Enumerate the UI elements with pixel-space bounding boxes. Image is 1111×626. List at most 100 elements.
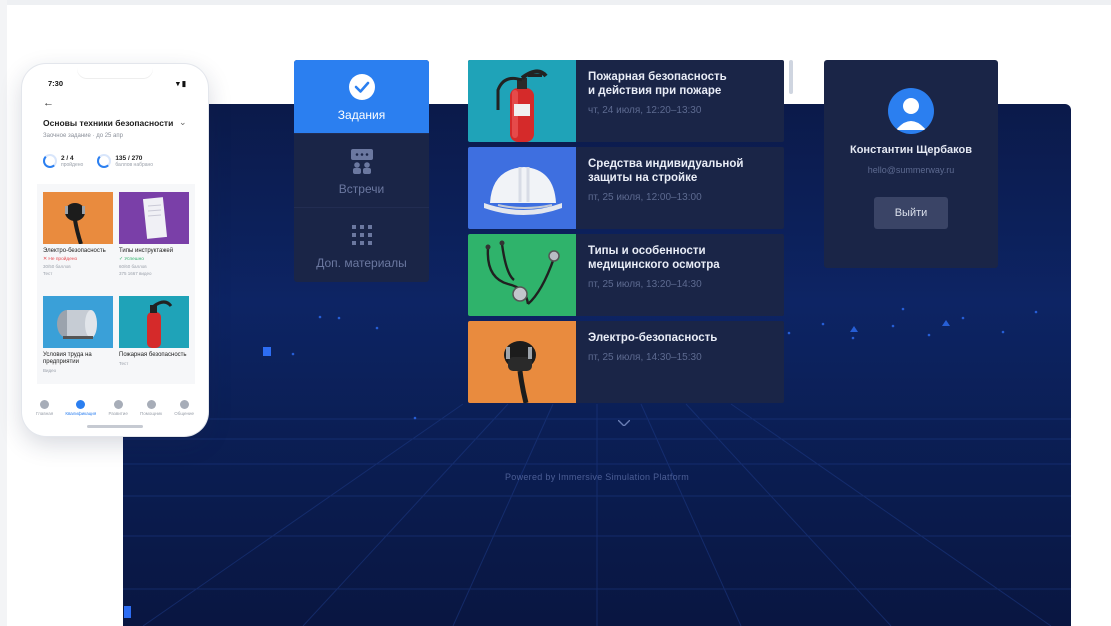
card-meta: 375 1667 видео — [119, 271, 152, 276]
document-icon — [119, 192, 189, 244]
page-left-band — [0, 0, 7, 626]
task-card-electrical[interactable]: Электро-безопасность пт, 25 июля, 14:30–… — [468, 321, 784, 403]
card-meta: 30/50 баллов — [43, 264, 71, 269]
home-icon — [40, 400, 50, 409]
phone-card-briefings[interactable]: Типы инструктажей ✓ Успешно 60/60 баллов… — [119, 192, 189, 276]
power-plug-icon — [43, 192, 113, 244]
menu-item-tasks[interactable]: Задания — [294, 60, 429, 134]
progress-ring-icon — [97, 154, 112, 168]
graduation-cap-icon — [76, 400, 86, 409]
task-title: Типы и особенности медицинского осмотра — [588, 245, 720, 271]
avatar — [888, 88, 934, 134]
phone-stats: 2 / 4 пройдено 135 / 270 баллов набрано — [43, 154, 194, 168]
tab-development[interactable]: Развитие — [108, 400, 128, 416]
stethoscope-icon — [485, 240, 560, 305]
phone-mockup: 7:30 ▾ ▮ ← Основы техники безопасности ⌄… — [22, 64, 208, 436]
back-arrow-icon[interactable]: ← — [43, 97, 54, 109]
phone-card-electrical[interactable]: Электро-безопасность ✕ Не пройдено 30/50… — [43, 192, 113, 276]
scene-marker — [263, 347, 271, 356]
menu-item-label: Задания — [337, 107, 386, 122]
task-card-medical[interactable]: Типы и особенности медицинского осмотра … — [468, 234, 784, 316]
phone-tab-bar: Главная Квалификация Развитие Помощник О… — [36, 400, 194, 416]
task-card-fire-safety[interactable]: Пожарная безопасность и действия при пож… — [468, 60, 784, 142]
card-status: ✕ Не пройдено — [43, 257, 78, 262]
page-top-band — [0, 0, 1111, 5]
menu-item-materials[interactable]: Доп. материалы — [294, 208, 429, 282]
menu-item-meetings[interactable]: Встречи — [294, 134, 429, 208]
compass-icon — [113, 400, 123, 409]
tab-label: Общение — [174, 411, 194, 416]
fire-extinguisher-icon — [119, 296, 189, 348]
stat-points: 135 / 270 баллов набрано — [97, 154, 153, 168]
phone-card-fire-safety[interactable]: Пожарная безопасность Тест — [119, 296, 189, 366]
card-status: ✓ Успешно — [119, 257, 144, 262]
task-time: пт, 25 июля, 14:30–15:30 — [588, 352, 702, 363]
task-title: Пожарная безопасность и действия при пож… — [588, 71, 727, 97]
heater-icon — [43, 296, 113, 348]
task-title: Средства индивидуальной защиты на стройк… — [588, 158, 744, 184]
menu-item-label: Встречи — [338, 181, 385, 196]
tab-assistant[interactable]: Помощник — [140, 400, 162, 416]
card-title: Типы инструктажей — [119, 248, 174, 254]
lifebuoy-icon — [146, 400, 156, 409]
powered-by-text: Powered by Immersive Simulation Platform — [504, 472, 690, 482]
chat-icon — [179, 400, 189, 409]
stat-value: 2 / 4 — [61, 154, 74, 162]
task-list: Пожарная безопасность и действия при пож… — [468, 60, 784, 408]
card-meta: Тест — [43, 271, 53, 276]
menu-item-label: Доп. материалы — [316, 256, 407, 270]
profile-name: Константин Щербаков — [850, 144, 972, 156]
tab-chat[interactable]: Общение — [174, 400, 194, 416]
main-menu: Задания Встречи Доп. материалы — [294, 60, 429, 282]
hard-hat-icon — [484, 167, 562, 215]
task-thumbnail — [468, 234, 576, 316]
card-meta: 60/60 баллов — [119, 264, 147, 269]
fire-extinguisher-icon — [496, 69, 548, 142]
task-thumbnail — [468, 60, 576, 142]
card-title: Условия труда на предприятии — [43, 352, 92, 365]
home-indicator — [87, 425, 143, 428]
phone-card-grid: Электро-безопасность ✕ Не пройдено 30/50… — [37, 184, 195, 384]
profile-email: hello@summerway.ru — [867, 165, 955, 175]
check-circle-icon — [347, 72, 377, 102]
logout-button[interactable]: Выйти — [874, 197, 948, 229]
stat-caption: пройдено — [61, 161, 84, 168]
phone-page-title: Основы техники безопасности — [43, 118, 174, 128]
tab-label: Главная — [36, 411, 54, 416]
task-time: пт, 25 июля, 12:00–13:00 — [588, 192, 702, 203]
task-list-scrollbar[interactable] — [789, 60, 793, 94]
meeting-icon — [347, 146, 377, 176]
task-thumbnail — [468, 147, 576, 229]
progress-ring-icon — [43, 154, 57, 168]
tab-qualification[interactable]: Квалификация — [65, 400, 96, 416]
task-time: чт, 24 июля, 12:20–13:30 — [588, 105, 702, 116]
task-thumbnail — [468, 321, 576, 403]
phone-time: 7:30 — [48, 79, 64, 88]
card-title: Электро-безопасность — [43, 248, 106, 254]
scroll-down-chevron-icon[interactable] — [618, 420, 630, 426]
tab-home[interactable]: Главная — [36, 400, 53, 416]
phone-card-conditions[interactable]: Условия труда на предприятии Видео — [43, 296, 113, 373]
grid-dots-icon — [347, 220, 377, 250]
stat-caption: баллов набрано — [115, 161, 154, 168]
phone-notch — [77, 64, 153, 78]
stat-completed: 2 / 4 пройдено — [43, 154, 83, 168]
tab-label: Квалификация — [65, 411, 97, 416]
stat-value: 135 / 270 — [115, 154, 143, 162]
task-card-ppe[interactable]: Средства индивидуальной защиты на стройк… — [468, 147, 784, 229]
signal-icon: ▾ ▮ — [176, 79, 186, 88]
phone-page-subtitle: Заочное задание · до 25 апр — [43, 133, 123, 139]
profile-card: Константин Щербаков hello@summerway.ru В… — [824, 60, 998, 268]
power-plug-icon — [504, 341, 536, 403]
phone-status-bar: 7:30 ▾ ▮ — [48, 79, 186, 88]
task-title: Электро-безопасность — [588, 332, 718, 344]
card-meta: Тест — [119, 361, 129, 366]
task-time: пт, 25 июля, 13:20–14:30 — [588, 279, 702, 290]
tab-label: Развитие — [108, 411, 128, 416]
scene-marker-bottom — [124, 606, 131, 618]
user-icon — [896, 98, 926, 130]
chevron-down-icon[interactable]: ⌄ — [179, 117, 187, 128]
card-title: Пожарная безопасность — [119, 352, 187, 358]
card-meta: Видео — [43, 368, 57, 373]
tab-label: Помощник — [140, 411, 163, 416]
